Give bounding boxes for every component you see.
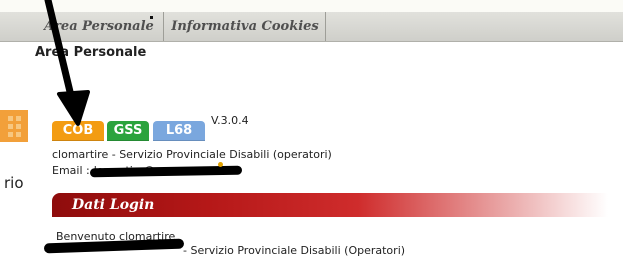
l68-tab[interactable]: L68 bbox=[153, 121, 205, 141]
menu-icon[interactable] bbox=[0, 110, 28, 142]
welcome-subtext: - Servizio Provinciale Disabili (Operato… bbox=[183, 244, 406, 257]
gss-tab[interactable]: GSS bbox=[107, 121, 149, 141]
redaction-mark bbox=[89, 165, 243, 178]
status-dot bbox=[218, 162, 223, 167]
tab-informativa-cookies[interactable]: Informativa Cookies bbox=[165, 12, 326, 41]
tab-area-personale[interactable]: Area Personale bbox=[6, 12, 164, 41]
version-label: V.3.0.4 bbox=[211, 114, 249, 127]
email-label: Email : bbox=[52, 164, 90, 177]
cob-tab[interactable]: COB bbox=[52, 121, 104, 141]
top-strip bbox=[0, 0, 623, 12]
tab-bar: Area Personale Informativa Cookies bbox=[0, 12, 623, 42]
user-info: clomartire - Servizio Provinciale Disabi… bbox=[52, 148, 332, 161]
login-section-header: Dati Login bbox=[52, 193, 608, 217]
page-title: Area Personale bbox=[35, 45, 147, 60]
sidebar-label: rio bbox=[4, 174, 24, 192]
login-section-title: Dati Login bbox=[72, 197, 155, 213]
tab-marker bbox=[150, 16, 153, 19]
